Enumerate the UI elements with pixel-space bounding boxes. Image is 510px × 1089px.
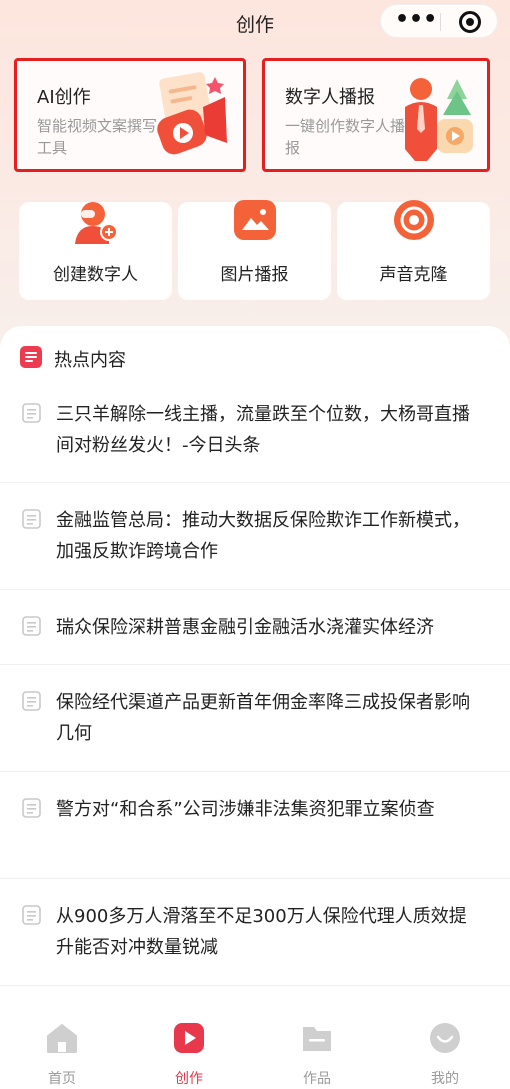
list-item[interactable]: 从900多万人滑落至不足300万人保险代理人质效提升能否对冲数量锐减: [0, 879, 510, 986]
tool-label: 图片播报: [220, 265, 289, 285]
image-broadcast-button[interactable]: 图片播报: [178, 200, 331, 300]
bottom-tab-bar: 首页 创作 作品 我的: [0, 1010, 510, 1089]
tab-profile[interactable]: 我的: [400, 1022, 490, 1087]
top-bar: 创作 •••: [0, 0, 510, 46]
home-icon: [47, 1024, 77, 1053]
tab-label: 作品: [303, 1071, 331, 1087]
digital-human-card[interactable]: 数字人播报 一键创作数字人播报: [262, 58, 490, 172]
voice-clone-button[interactable]: 声音克隆: [337, 200, 490, 300]
feature-title: 数字人播报: [285, 87, 375, 108]
list-item[interactable]: 金融监管总局：推动大数据反保险欺诈工作新模式，加强反欺诈跨境合作: [0, 483, 510, 590]
profile-icon: [430, 1023, 460, 1053]
tab-home[interactable]: 首页: [17, 1022, 107, 1087]
feature-desc: 智能视频文案撰写工具: [37, 117, 158, 157]
digital-person-icon: [405, 78, 473, 161]
news-title: 三只羊解除一线主播，流量跌至个位数，大杨哥直播间对粉丝发火！-今日头条: [56, 404, 470, 456]
document-icon: [22, 616, 41, 636]
document-icon: [22, 798, 41, 818]
tab-create[interactable]: 创作: [144, 1022, 234, 1087]
image-icon: [234, 200, 276, 240]
list-item[interactable]: 瑞众保险深耕普惠金融引金融活水浇灌实体经济: [0, 590, 510, 665]
sound-wave-icon: [394, 200, 434, 240]
list-item[interactable]: 警方对“和合系”公司涉嫌非法集资犯罪立案侦查: [0, 772, 510, 879]
tab-works[interactable]: 作品: [272, 1022, 362, 1087]
news-title: 瑞众保险深耕普惠金融引金融活水浇灌实体经济: [56, 617, 434, 638]
ai-creation-card[interactable]: AI创作 智能视频文案撰写工具: [14, 58, 246, 172]
mini-program-capsule: •••: [380, 4, 498, 38]
document-icon: [22, 905, 41, 925]
tab-label: 创作: [175, 1071, 203, 1087]
more-button[interactable]: •••: [395, 9, 437, 34]
news-title: 警方对“和合系”公司涉嫌非法集资犯罪立案侦查: [56, 799, 435, 820]
news-title: 从900多万人滑落至不足300万人保险代理人质效提升能否对冲数量锐减: [56, 906, 467, 958]
close-target-icon[interactable]: [459, 11, 481, 33]
feature-desc: 一键创作数字人播报: [285, 117, 406, 157]
tool-label: 创建数字人: [53, 265, 138, 285]
document-icon: [22, 691, 41, 711]
play-icon: [174, 1023, 204, 1053]
list-icon: [20, 346, 42, 368]
folder-icon: [303, 1027, 331, 1051]
news-title: 金融监管总局：推动大数据反保险欺诈工作新模式，加强反欺诈跨境合作: [56, 510, 470, 562]
news-title: 保险经代渠道产品更新首年佣金率降三成投保者影响几何: [56, 692, 470, 744]
capsule-divider: [440, 13, 441, 31]
document-icon: [22, 403, 41, 423]
megaphone-icon: [157, 72, 227, 155]
create-digital-human-button[interactable]: 创建数字人: [19, 202, 172, 300]
feature-title: AI创作: [37, 87, 91, 108]
tab-label: 我的: [431, 1071, 459, 1087]
tab-label: 首页: [48, 1071, 76, 1087]
list-item[interactable]: 保险经代渠道产品更新首年佣金率降三成投保者影响几何: [0, 665, 510, 772]
list-item[interactable]: 三只羊解除一线主播，流量跌至个位数，大杨哥直播间对粉丝发火！-今日头条: [0, 387, 510, 483]
person-add-icon: [75, 202, 118, 244]
section-title: 热点内容: [54, 350, 126, 371]
document-icon: [22, 509, 41, 529]
tool-label: 声音克隆: [379, 265, 448, 285]
